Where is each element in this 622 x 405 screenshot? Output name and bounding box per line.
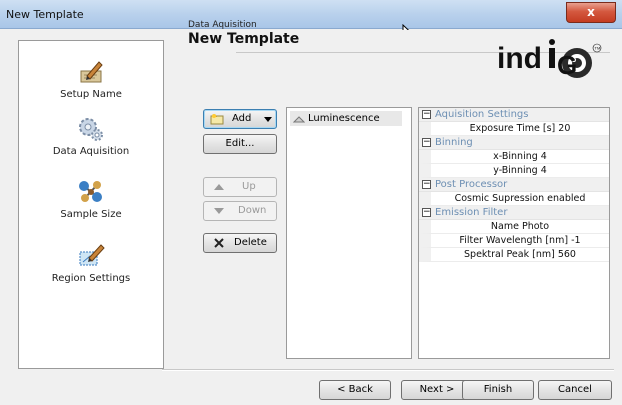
add-label: Add [232, 113, 252, 124]
svg-text:G: G [557, 50, 577, 80]
property-value: 20 [558, 123, 571, 134]
up-arrow-icon [214, 184, 224, 190]
finish-button[interactable]: Finish [462, 380, 534, 400]
property-grid[interactable]: − Aquisition Settings Exposure Time [s] 2… [418, 107, 610, 359]
property-label: Name [490, 221, 519, 232]
down-label: Down [238, 205, 267, 216]
property-label: Cosmic Supression [454, 193, 545, 204]
edit-button[interactable]: Edit... [203, 134, 277, 154]
property-row[interactable]: Filter Wavelength [nm] -1 [419, 234, 609, 248]
add-button[interactable]: Add [203, 109, 277, 129]
property-row[interactable]: x-Binning 4 [419, 150, 609, 164]
add-icon [210, 114, 224, 125]
property-row[interactable]: Name Photo [419, 220, 609, 234]
property-value: Photo [521, 221, 550, 232]
property-row[interactable]: y-Binning 4 [419, 164, 609, 178]
pen-paper-icon [80, 61, 103, 83]
property-label: Filter Wavelength [nm] [459, 235, 569, 246]
collapse-toggle-icon[interactable]: − [422, 138, 431, 147]
step-data-aquisition[interactable]: Data Aquisition [19, 116, 163, 157]
delete-label: Delete [234, 237, 267, 248]
delete-button[interactable]: Delete [203, 233, 277, 253]
title-bar: New Template x [0, 0, 622, 29]
step-region-settings[interactable]: Region Settings [19, 243, 163, 284]
down-arrow-icon [214, 208, 224, 214]
property-value: 560 [557, 249, 576, 260]
footer-divider-highlight [162, 370, 614, 371]
property-label: y-Binning [493, 165, 538, 176]
step-label: Sample Size [60, 209, 122, 220]
dropdown-arrow-icon [264, 117, 272, 122]
page-subtitle: Data Aquisition [188, 20, 257, 30]
property-row[interactable]: Exposure Time [s] 20 [419, 122, 609, 136]
cancel-button[interactable]: Cancel [538, 380, 612, 400]
category-aquisition-settings[interactable]: − Aquisition Settings [419, 108, 609, 122]
property-label: Exposure Time [s] [469, 123, 556, 134]
property-value: 4 [540, 151, 547, 162]
property-row[interactable]: Cosmic Supression enabled [419, 192, 609, 206]
indigo-logo: ind G TM [497, 36, 607, 87]
page-title: New Template [188, 31, 300, 47]
category-label: Post Processor [435, 179, 508, 190]
category-binning[interactable]: − Binning [419, 136, 609, 150]
back-button[interactable]: < Back [319, 380, 391, 400]
list-item-label: Luminescence [308, 113, 380, 124]
category-emission-filter[interactable]: − Emission Filter [419, 206, 609, 220]
close-button[interactable]: x [566, 2, 616, 23]
property-row[interactable]: Spektral Peak [nm] 560 [419, 248, 609, 262]
property-label: x-Binning [493, 151, 538, 162]
category-post-processor[interactable]: − Post Processor [419, 178, 609, 192]
category-label: Emission Filter [435, 207, 508, 218]
category-label: Binning [435, 137, 473, 148]
step-label: Region Settings [51, 273, 131, 284]
collapse-toggle-icon[interactable]: − [422, 208, 431, 217]
property-value: 4 [540, 165, 547, 176]
property-label: Spektral Peak [nm] [464, 249, 555, 260]
logo-tm: TM [595, 46, 601, 51]
svg-text:ind: ind [497, 42, 542, 75]
collapse-toggle-icon[interactable]: − [422, 180, 431, 189]
list-item[interactable]: Luminescence [290, 111, 402, 126]
collapse-toggle-icon[interactable]: − [422, 110, 431, 119]
wizard-steps-panel: Setup Name Data Aquisition Sample Size R… [18, 40, 164, 369]
step-sample-size[interactable]: Sample Size [19, 179, 163, 220]
delete-x-icon [214, 238, 224, 248]
channel-list[interactable]: Luminescence [286, 107, 412, 359]
indigo-logo-icon: ind G TM [497, 39, 602, 80]
up-label: Up [242, 181, 256, 192]
property-value: -1 [571, 235, 581, 246]
step-setup-name[interactable]: Setup Name [19, 59, 163, 100]
window-title: New Template [6, 8, 84, 21]
step-label: Setup Name [60, 89, 122, 100]
property-value: enabled [547, 193, 586, 204]
region-pen-icon [79, 244, 105, 266]
down-button[interactable]: Down [203, 201, 277, 221]
molecule-icon [79, 181, 102, 202]
gears-icon [79, 118, 103, 141]
step-label: Data Aquisition [52, 146, 130, 157]
luminescence-icon [293, 116, 305, 123]
category-label: Aquisition Settings [435, 109, 529, 120]
up-button[interactable]: Up [203, 177, 277, 197]
